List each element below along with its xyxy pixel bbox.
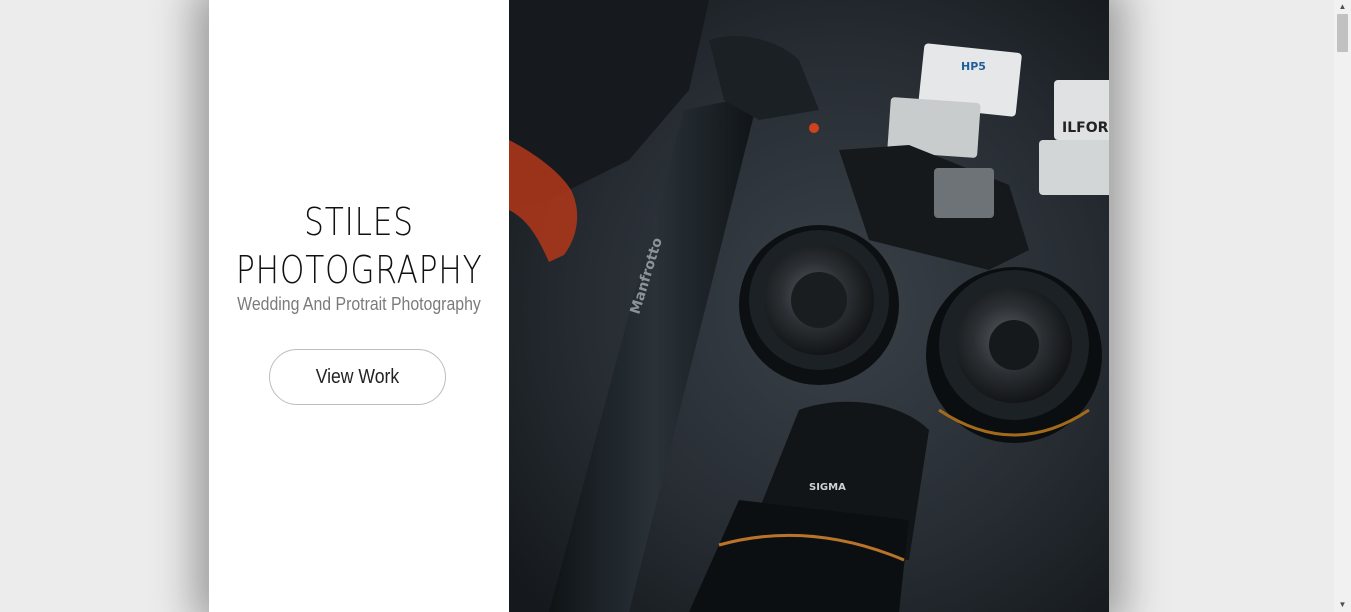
site-title-line-1: STILES [304,200,414,244]
site-tagline: Wedding And Protrait Photography [237,294,481,314]
hero-text-panel: STILES PHOTOGRAPHY Wedding And Protrait … [209,0,509,612]
film-label-text: HP5 [961,60,986,73]
lens-right-shape [926,267,1102,443]
view-work-button[interactable]: View Work [269,349,446,405]
camera-gear-image: Manfrotto ILFORD HP5 [509,0,1109,612]
site-title-line-2: PHOTOGRAPHY [236,248,483,292]
hero-card: STILES PHOTOGRAPHY Wedding And Protrait … [209,0,1109,612]
view-work-label: View Work [315,365,400,388]
triangle-up-icon[interactable]: ▲ [1334,0,1351,14]
film-brand-text: ILFORD [1062,120,1109,136]
lens-left-shape [739,225,899,385]
hero-photo: Manfrotto ILFORD HP5 [509,0,1109,612]
scrollbar-thumb[interactable] [1337,14,1348,52]
lens-brand-text: SIGMA [809,482,846,493]
site-title: STILES PHOTOGRAPHY [236,198,482,294]
triangle-down-icon[interactable]: ▼ [1334,598,1351,612]
page-scrollbar[interactable]: ▲ ▼ [1334,0,1351,612]
